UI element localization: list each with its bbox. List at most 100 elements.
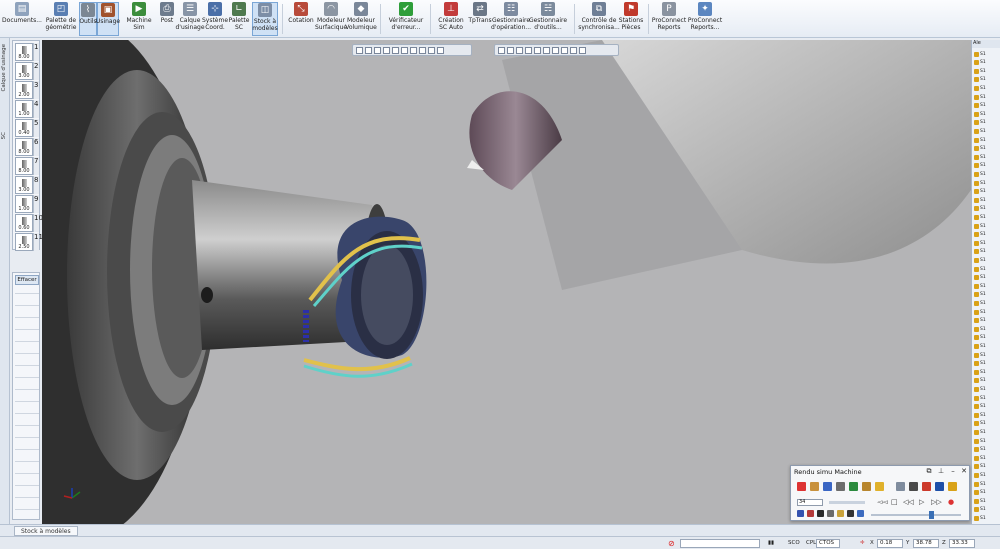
tool-slot[interactable]: 8.00 (15, 43, 33, 61)
post-button[interactable]: ⎙ Post (158, 2, 176, 36)
collision-icon[interactable] (922, 482, 931, 491)
view-button[interactable] (383, 46, 390, 54)
cotation-button[interactable]: ⤡ Cotation (286, 2, 316, 36)
operation-list-item[interactable]: S1 (974, 342, 1000, 350)
view-option-icon[interactable] (817, 510, 824, 517)
operation-list-item[interactable]: S1 (974, 514, 1000, 522)
tptrans-button[interactable]: ⇄ TpTrans (468, 2, 492, 36)
operation-list-item[interactable]: S1 (974, 239, 1000, 247)
operation-list-item[interactable]: S1 (974, 222, 1000, 230)
view-option-icon[interactable] (837, 510, 844, 517)
operation-list-item[interactable]: S1 (974, 256, 1000, 264)
outils-button[interactable]: ⌇ Outils (79, 2, 97, 36)
minimize-icon[interactable]: – (949, 467, 957, 475)
display-button[interactable] (516, 46, 523, 54)
operation-list-item[interactable]: S1 (974, 110, 1000, 118)
stock-modeles-button[interactable]: ◫ Stock à modèles (252, 2, 278, 36)
view-button[interactable] (356, 46, 363, 54)
operation-list-item[interactable]: S1 (974, 50, 1000, 58)
operation-list-item[interactable]: S1 (974, 506, 1000, 514)
creation-sc-auto-button[interactable]: ⊥ Création SC Auto (434, 2, 468, 36)
settings-icon[interactable] (935, 482, 944, 491)
display-button[interactable] (579, 46, 586, 54)
operation-list-item[interactable]: S1 (974, 84, 1000, 92)
operation-list-item[interactable]: S1 (974, 454, 1000, 462)
x-coordinate[interactable]: 0.18 (877, 539, 903, 548)
usinage-button[interactable]: ▣ Usinage (96, 2, 120, 36)
operation-list-item[interactable]: S1 (974, 360, 1000, 368)
tool-slot[interactable]: 0.60 (15, 214, 33, 232)
operation-list-item[interactable]: S1 (974, 76, 1000, 84)
operation-list-item[interactable]: S1 (974, 265, 1000, 273)
display-button[interactable] (507, 46, 514, 54)
view-button[interactable] (437, 46, 444, 54)
tool-slot[interactable]: 2.50 (15, 233, 33, 251)
operation-list-item[interactable]: S1 (974, 428, 1000, 436)
modeleur-volumique-button[interactable]: ◆ Modeleur Volumique (345, 2, 377, 36)
operation-list-item[interactable]: S1 (974, 308, 1000, 316)
palette-sc-button[interactable]: ∟ Palette SC (227, 2, 251, 36)
proconnect-reports-more-button[interactable]: ✦ ProConnect Reports... (688, 2, 722, 36)
speed-slider-thumb[interactable] (929, 511, 934, 519)
operation-list-item[interactable]: S1 (974, 489, 1000, 497)
operation-list-item[interactable]: S1 (974, 274, 1000, 282)
tool-slot[interactable]: 1.00 (15, 100, 33, 118)
step-back-button[interactable]: ◁◁ (903, 499, 914, 506)
step-input[interactable]: 34 (797, 499, 823, 506)
display-button[interactable] (498, 46, 505, 54)
tool-slot[interactable]: 8.00 (15, 138, 33, 156)
operation-list-item[interactable]: S1 (974, 377, 1000, 385)
cplan-value[interactable]: CTOS (816, 539, 840, 548)
machine-icon[interactable] (909, 482, 918, 491)
verificateur-erreur-button[interactable]: ✔ Vérificateur d'erreur... (386, 2, 426, 36)
operation-list-item[interactable]: S1 (974, 299, 1000, 307)
display-button[interactable] (525, 46, 532, 54)
tool-icon[interactable] (836, 482, 845, 491)
palette-geometrie-button[interactable]: ◰ Palette de géométrie (44, 2, 78, 36)
operation-list-item[interactable]: S1 (974, 497, 1000, 505)
stop-button[interactable]: □ (891, 499, 898, 506)
operation-list-item[interactable]: S1 (974, 67, 1000, 75)
view-button[interactable] (419, 46, 426, 54)
tab-calque-usinage[interactable]: Calque d'usinage (1, 44, 7, 91)
proconnect-reports-button[interactable]: P ProConnect Reports (652, 2, 686, 36)
operation-list-item[interactable]: S1 (974, 59, 1000, 67)
operation-list-item[interactable]: S1 (974, 213, 1000, 221)
stop-sim-icon[interactable] (797, 482, 806, 491)
material-icon[interactable] (810, 482, 819, 491)
tab-stock-modeles[interactable]: Stock à modèles (14, 526, 78, 536)
view-button[interactable] (374, 46, 381, 54)
view-option-icon[interactable] (847, 510, 854, 517)
pin-icon[interactable]: ⊥ (937, 467, 945, 475)
view-button[interactable] (401, 46, 408, 54)
folder-icon[interactable] (875, 482, 884, 491)
z-coordinate[interactable]: 33.33 (949, 539, 975, 548)
operation-list-item[interactable]: S1 (974, 248, 1000, 256)
graphics-viewport[interactable] (42, 40, 971, 524)
operation-list-item[interactable]: S1 (974, 394, 1000, 402)
tool-slot[interactable]: 0.40 (15, 119, 33, 137)
view-button[interactable] (428, 46, 435, 54)
stock-icon[interactable] (862, 482, 871, 491)
dock-icon[interactable]: ⧉ (925, 467, 933, 475)
stop-icon[interactable]: ⊘ (668, 539, 675, 548)
view-option-icon[interactable] (807, 510, 814, 517)
machine-sim-button[interactable]: ▶ Machine Sim (121, 2, 157, 36)
operation-list-item[interactable]: S1 (974, 188, 1000, 196)
verify-icon[interactable] (849, 482, 858, 491)
operation-list-item[interactable]: S1 (974, 145, 1000, 153)
operation-list-item[interactable]: S1 (974, 170, 1000, 178)
operation-list-item[interactable]: S1 (974, 196, 1000, 204)
operation-list-item[interactable]: S1 (974, 231, 1000, 239)
controle-synchronisation-button[interactable]: ⧉ Contrôle de synchronisa... (578, 2, 620, 36)
display-button[interactable] (561, 46, 568, 54)
open-icon[interactable] (948, 482, 957, 491)
view-button[interactable] (365, 46, 372, 54)
calque-usinage-button[interactable]: ☰ Calque d'usinage (175, 2, 205, 36)
operation-list-item[interactable]: S1 (974, 351, 1000, 359)
tool-slot[interactable]: 1.00 (15, 195, 33, 213)
color-icon[interactable] (823, 482, 832, 491)
step-forward-button[interactable]: ▷▷ (931, 499, 942, 506)
gestionnaire-operation-button[interactable]: ☷ Gestionnaire d'opération... (491, 2, 531, 36)
view-option-icon[interactable] (857, 510, 864, 517)
